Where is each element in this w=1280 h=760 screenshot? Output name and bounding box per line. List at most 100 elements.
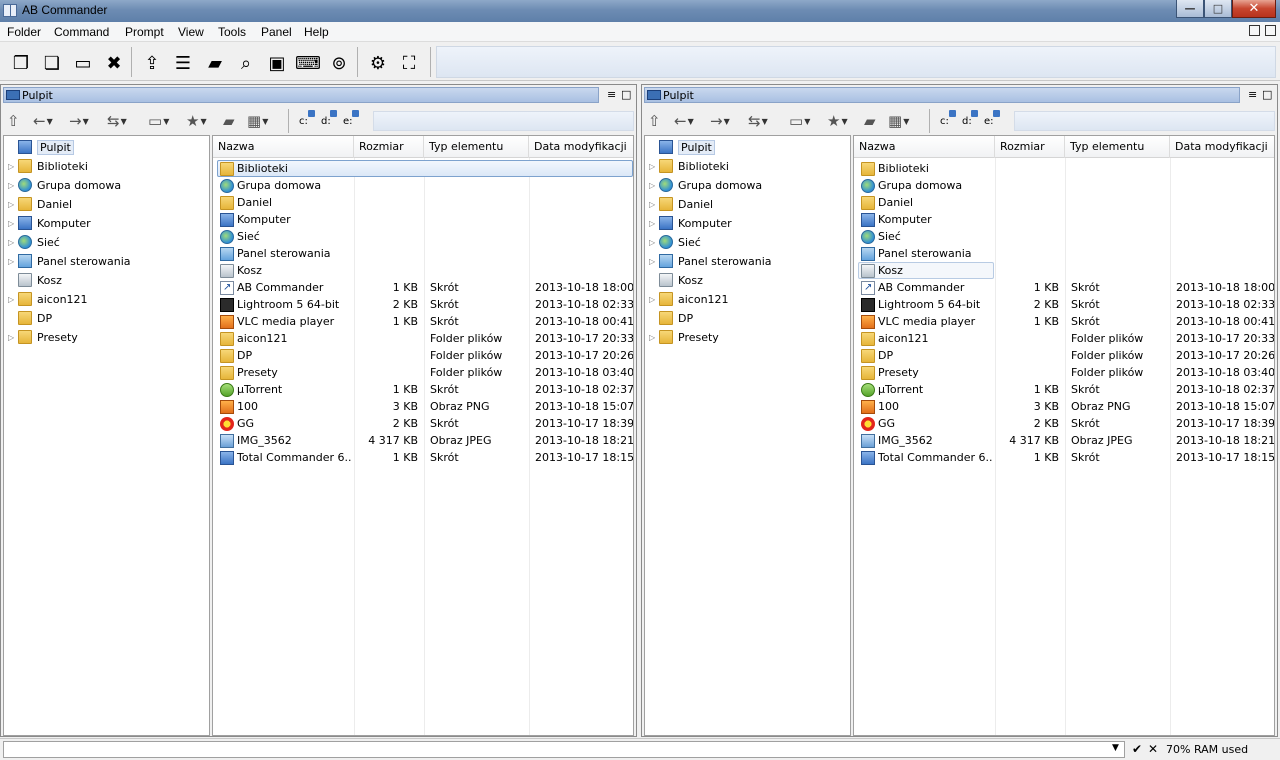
maximize-button[interactable]: □ [1204, 0, 1232, 18]
right-panel-maximize-icon[interactable]: □ [1262, 88, 1272, 101]
copy-button[interactable]: ❐ [8, 50, 34, 76]
tree-item[interactable]: ▷ Panel sterowania [8, 252, 131, 270]
notepad-button[interactable]: ☰ [170, 50, 196, 76]
file-row[interactable]: Daniel [854, 194, 1274, 211]
file-row[interactable]: Komputer [213, 211, 633, 228]
tree-item[interactable]: Pulpit [649, 138, 715, 156]
expand-arrow-icon[interactable]: ▷ [8, 257, 18, 266]
close-button[interactable]: ✕ [1232, 0, 1276, 18]
expand-arrow-icon[interactable]: ▷ [8, 295, 18, 304]
tree-item[interactable]: ▷ Presety [8, 328, 78, 346]
minimize-button[interactable]: — [1176, 0, 1204, 18]
back-button[interactable]: ← ▼ [33, 111, 53, 131]
expand-arrow-icon[interactable]: ▷ [649, 181, 659, 190]
file-row[interactable]: Total Commander 6... 1 KB Skrót 2013-10-17 … [213, 449, 633, 466]
title-bar[interactable]: AB Commander — □ ✕ [0, 0, 1280, 22]
file-row[interactable]: AB Commander 1 KB Skrót 2013-10-18 18:00 [854, 279, 1274, 296]
right-file-list[interactable]: Nazwa Rozmiar Typ elementu Data modyfikacji… [853, 135, 1275, 736]
file-row[interactable]: DP Folder plików 2013-10-17 20:26 [854, 347, 1274, 364]
tree-item[interactable]: ▷ Sieć [8, 233, 60, 251]
expand-arrow-icon[interactable]: ▷ [8, 162, 18, 171]
image-button[interactable]: ▣ [264, 50, 290, 76]
file-row[interactable]: Kosz [213, 262, 633, 279]
file-row[interactable]: aicon121 Folder plików 2013-10-17 20:33 [213, 330, 633, 347]
menu-panel[interactable]: Panel [261, 25, 292, 39]
dropdown-arrow-icon[interactable]: ▼ [903, 117, 909, 126]
swap-button[interactable]: ⇆ ▼ [107, 111, 127, 131]
view-mode-button[interactable]: ▦ ▼ [888, 111, 909, 131]
drive-c-label[interactable]: c: [299, 116, 308, 127]
file-row[interactable]: Panel sterowania [854, 245, 1274, 262]
column-header-date[interactable]: Data modyfikacji [529, 136, 633, 158]
file-row[interactable]: DP Folder plików 2013-10-17 20:26 [213, 347, 633, 364]
find-button[interactable]: ⊚ [326, 50, 352, 76]
menu-tools[interactable]: Tools [218, 25, 246, 39]
dropdown-arrow-icon[interactable]: ▼ [262, 117, 268, 126]
left-panel-menu-icon[interactable]: ≡ [607, 88, 616, 101]
tree-item[interactable]: ▷ Komputer [8, 214, 91, 232]
right-panel-title[interactable]: Pulpit [644, 87, 1240, 103]
dropdown-arrow-icon[interactable]: ▼ [200, 117, 206, 126]
check-icon[interactable]: ✔ [1132, 742, 1142, 756]
dropdown-arrow-icon[interactable]: ▼ [804, 117, 810, 126]
expand-arrow-icon[interactable]: ▷ [649, 200, 659, 209]
dropdown-arrow-icon[interactable]: ▼ [762, 117, 768, 126]
expand-arrow-icon[interactable]: ▷ [649, 238, 659, 247]
window-layout-icon[interactable] [1265, 25, 1276, 36]
file-row[interactable]: aicon121 Folder plików 2013-10-17 20:33 [854, 330, 1274, 347]
file-row[interactable]: Sieć [213, 228, 633, 245]
drive-d-label[interactable]: d: [321, 116, 331, 127]
computer-button[interactable]: ▭ ▼ [148, 111, 169, 131]
fit-button[interactable]: ⛶ [396, 50, 422, 76]
column-header-name[interactable]: Nazwa [854, 136, 995, 158]
file-row[interactable]: Lightroom 5 64-bit 2 KB Skrót 2013-10-18 02… [213, 296, 633, 313]
favorites-button[interactable]: ★ ▼ [827, 111, 848, 131]
tree-item[interactable]: ▷ aicon121 [8, 290, 88, 308]
expand-arrow-icon[interactable]: ▷ [649, 219, 659, 228]
command-history-dropdown-icon[interactable]: ▼ [1112, 743, 1119, 753]
file-row[interactable]: Sieć [854, 228, 1274, 245]
new-folder-button[interactable]: ▰ [202, 50, 228, 76]
console-button[interactable]: ⌨ [295, 50, 321, 76]
file-row[interactable]: Presety Folder plików 2013-10-18 03:40 [854, 364, 1274, 381]
menu-help[interactable]: Help [304, 25, 329, 39]
left-folder-tree[interactable]: Pulpit ▷ Biblioteki ▷ Grupa domowa ▷ Daniel ▷ Ko… [3, 135, 210, 736]
tree-item[interactable]: Kosz [649, 271, 703, 289]
column-header-date[interactable]: Data modyfikacji [1170, 136, 1274, 158]
tree-item[interactable]: ▷ Biblioteki [649, 157, 729, 175]
drive-d-label[interactable]: d: [962, 116, 972, 127]
expand-arrow-icon[interactable]: ▷ [8, 181, 18, 190]
file-row[interactable]: Total Commander 6... 1 KB Skrót 2013-10-17 … [854, 449, 1274, 466]
file-row[interactable]: Daniel [213, 194, 633, 211]
tree-item[interactable]: ▷ Grupa domowa [8, 176, 121, 194]
computer-button[interactable]: ▭ ▼ [789, 111, 810, 131]
forward-button[interactable]: → ▼ [710, 111, 730, 131]
column-header-name[interactable]: Nazwa [213, 136, 354, 158]
file-row[interactable]: 100 3 KB Obraz PNG 2013-10-18 15:07 [854, 398, 1274, 415]
expand-arrow-icon[interactable]: ▷ [8, 333, 18, 342]
dropdown-arrow-icon[interactable]: ▼ [163, 117, 169, 126]
left-file-list[interactable]: Nazwa Rozmiar Typ elementu Data modyfikacji… [212, 135, 634, 736]
file-row[interactable]: Biblioteki [854, 160, 1274, 177]
file-row[interactable]: VLC media player 1 KB Skrót 2013-10-18 00:4… [213, 313, 633, 330]
tree-item[interactable]: DP [649, 309, 693, 327]
forward-button[interactable]: → ▼ [69, 111, 89, 131]
file-row[interactable]: Kosz [854, 262, 1274, 279]
tree-item[interactable]: ▷ Daniel [8, 195, 72, 213]
expand-arrow-icon[interactable]: ▷ [649, 257, 659, 266]
tree-item[interactable]: DP [8, 309, 52, 327]
panels-layout-icon[interactable] [1249, 25, 1260, 36]
expand-arrow-icon[interactable]: ▷ [649, 295, 659, 304]
view-mode-button[interactable]: ▦ ▼ [247, 111, 268, 131]
menu-prompt[interactable]: Prompt [125, 25, 164, 39]
dropdown-arrow-icon[interactable]: ▼ [688, 117, 694, 126]
file-row[interactable]: 100 3 KB Obraz PNG 2013-10-18 15:07 [213, 398, 633, 415]
tree-item[interactable]: ▷ Daniel [649, 195, 713, 213]
column-header-size[interactable]: Rozmiar [354, 136, 424, 158]
right-panel-menu-icon[interactable]: ≡ [1248, 88, 1257, 101]
menu-folder[interactable]: Folder [7, 25, 41, 39]
dropdown-arrow-icon[interactable]: ▼ [841, 117, 847, 126]
file-row[interactable]: Panel sterowania [213, 245, 633, 262]
dropdown-arrow-icon[interactable]: ▼ [83, 117, 89, 126]
settings-button[interactable]: ⚙ [365, 50, 391, 76]
